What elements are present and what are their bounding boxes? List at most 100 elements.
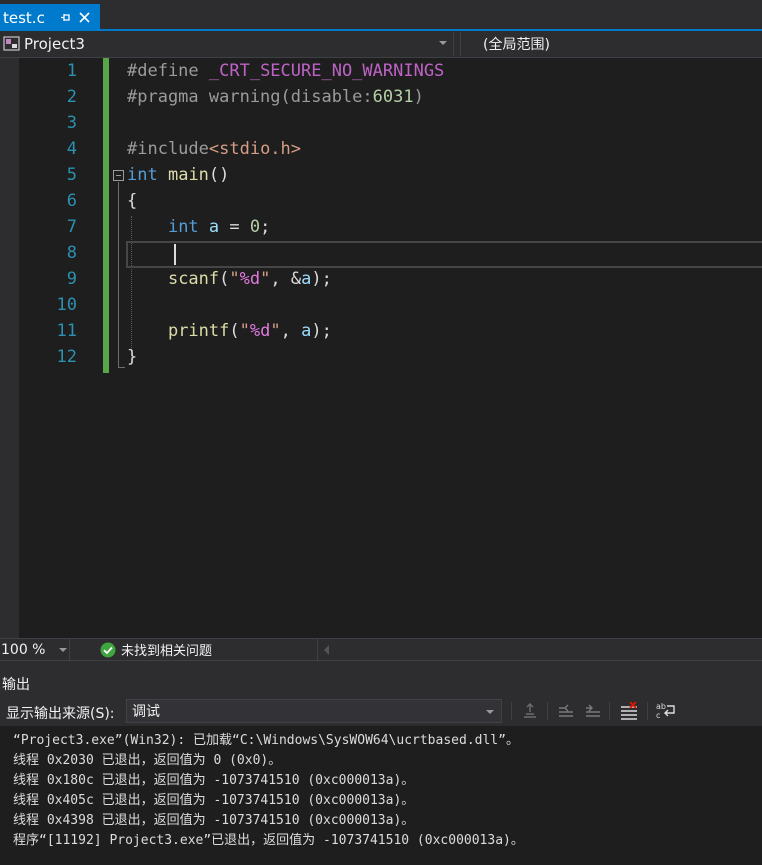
code-token: ): [413, 87, 424, 107]
output-source-value: 调试: [132, 704, 160, 720]
status-divider: [317, 639, 318, 660]
code-token: ,: [280, 321, 302, 341]
code-token: #pragma warning(disable:: [127, 87, 373, 107]
code-token: {: [127, 191, 138, 211]
code-editor[interactable]: 1 2 3 4 5 6 7 8 9 10 11 12 #define _CRT_SECURE_NO_W…: [0, 58, 762, 638]
fold-guide: [118, 182, 119, 368]
output-line: “Project3.exe”(Win32): 已加载“C:\Windows\Sy…: [13, 733, 519, 748]
project-dropdown[interactable]: Project3: [0, 32, 454, 56]
line-number: 8: [66, 243, 77, 263]
scroll-left-icon[interactable]: [324, 645, 329, 655]
svg-text:c: c: [656, 711, 660, 720]
code-line[interactable]: {: [127, 188, 137, 214]
line-number: 4: [66, 139, 77, 159]
collapse-icon[interactable]: [113, 170, 124, 181]
output-title-bar: 输出: [0, 672, 762, 696]
output-text-area[interactable]: “Project3.exe”(Win32): 已加载“C:\Windows\Sy…: [0, 726, 762, 865]
code-token: int: [167, 217, 199, 237]
pin-icon[interactable]: [60, 12, 72, 24]
code-line[interactable]: #include<stdio.h>: [127, 136, 301, 162]
code-token: ;: [260, 217, 271, 237]
code-token: _CRT_SECURE_NO_WARNINGS: [208, 61, 445, 81]
change-tracking-bar: [103, 58, 109, 373]
fold-guide-end: [118, 367, 125, 368]
close-icon[interactable]: [78, 11, 92, 25]
code-token: #define: [127, 61, 209, 81]
next-message-button[interactable]: [582, 700, 604, 722]
clear-all-icon: [621, 701, 637, 720]
line-number: 1: [66, 61, 77, 81]
tab-test-c[interactable]: test.c: [0, 4, 100, 31]
toolbar-separator: [511, 702, 512, 720]
output-source-label: 显示输出来源(S):: [6, 706, 115, 722]
code-token: );: [311, 321, 332, 341]
tab-label: test.c: [3, 8, 45, 27]
panel-splitter[interactable]: [0, 660, 762, 672]
output-title: 输出: [2, 677, 30, 693]
code-line[interactable]: printf("%d", a);: [127, 318, 332, 344]
tab-strip: test.c: [0, 0, 762, 31]
code-token: }: [127, 347, 138, 367]
output-toolbar: 显示输出来源(S): 调试 ab c: [0, 696, 762, 726]
line-number: 5: [66, 165, 77, 185]
output-line: 线程 0x405c 已退出，返回值为 -1073741510 (0xc00001…: [13, 793, 415, 808]
toolbar-separator: [647, 702, 648, 720]
code-line[interactable]: #pragma warning(disable:6031): [127, 84, 424, 110]
code-line[interactable]: int main(): [127, 162, 229, 188]
code-token: (: [229, 321, 240, 341]
code-token: printf: [167, 321, 230, 341]
code-line[interactable]: #define _CRT_SECURE_NO_WARNINGS: [127, 58, 444, 84]
output-source-select[interactable]: 调试: [126, 699, 502, 723]
issues-indicator[interactable]: 未找到相关问题: [100, 639, 212, 660]
line-number: 7: [66, 217, 77, 237]
code-token: int: [127, 165, 158, 185]
code-token: , &: [270, 269, 302, 289]
scope-label: (全局范围): [483, 37, 550, 53]
issues-label: 未找到相关问题: [121, 644, 213, 659]
code-token: main: [167, 165, 209, 185]
chevron-down-icon: [486, 710, 494, 714]
code-token: %d: [239, 269, 261, 289]
code-token: ": [260, 269, 271, 289]
line-number: 6: [66, 191, 77, 211]
editor-status-bar: 100 % 未找到相关问题: [0, 638, 762, 660]
scope-dropdown[interactable]: (全局范围): [460, 32, 762, 56]
code-token: scanf: [167, 269, 220, 289]
line-number: 10: [56, 295, 77, 315]
line-number: 2: [66, 87, 77, 107]
clear-all-button[interactable]: [618, 700, 640, 722]
code-line[interactable]: scanf("%d", &a);: [127, 266, 332, 292]
output-line: 程序“[11192] Project3.exe”已退出，返回值为 -107374…: [13, 833, 524, 848]
code-token: (: [219, 269, 230, 289]
zoom-level: 100 %: [1, 641, 46, 658]
previous-message-button[interactable]: [555, 700, 577, 722]
code-token: a: [208, 217, 220, 237]
toggle-word-wrap-button[interactable]: ab c: [655, 700, 677, 722]
code-line[interactable]: }: [127, 344, 137, 370]
check-circle-icon: [100, 642, 116, 657]
output-line: 线程 0x2030 已退出，返回值为 0 (0x0)。: [13, 753, 282, 768]
code-token: =: [219, 217, 250, 237]
code-token: ": [239, 321, 250, 341]
project-name: Project3: [24, 35, 85, 53]
output-line: 线程 0x180c 已退出，返回值为 -1073741510 (0xc00001…: [13, 773, 415, 788]
code-token: 0: [249, 217, 261, 237]
toolbar-separator: [547, 702, 548, 720]
svg-text:ab: ab: [656, 702, 666, 711]
code-token: a: [301, 269, 312, 289]
code-token: ": [270, 321, 281, 341]
find-message-in-code-button[interactable]: [519, 700, 541, 722]
code-token: a: [301, 321, 312, 341]
text-caret: [174, 244, 176, 265]
code-line[interactable]: int a = 0;: [127, 214, 270, 240]
line-number: 3: [66, 113, 77, 133]
zoom-dropdown[interactable]: 100 %: [0, 639, 70, 660]
line-number: 9: [66, 269, 77, 289]
navigation-bar: Project3 (全局范围): [0, 31, 762, 58]
code-token: 6031: [372, 87, 414, 107]
goto-source-icon: [524, 703, 536, 718]
chevron-down-icon: [59, 648, 67, 652]
project-icon: [2, 35, 22, 53]
